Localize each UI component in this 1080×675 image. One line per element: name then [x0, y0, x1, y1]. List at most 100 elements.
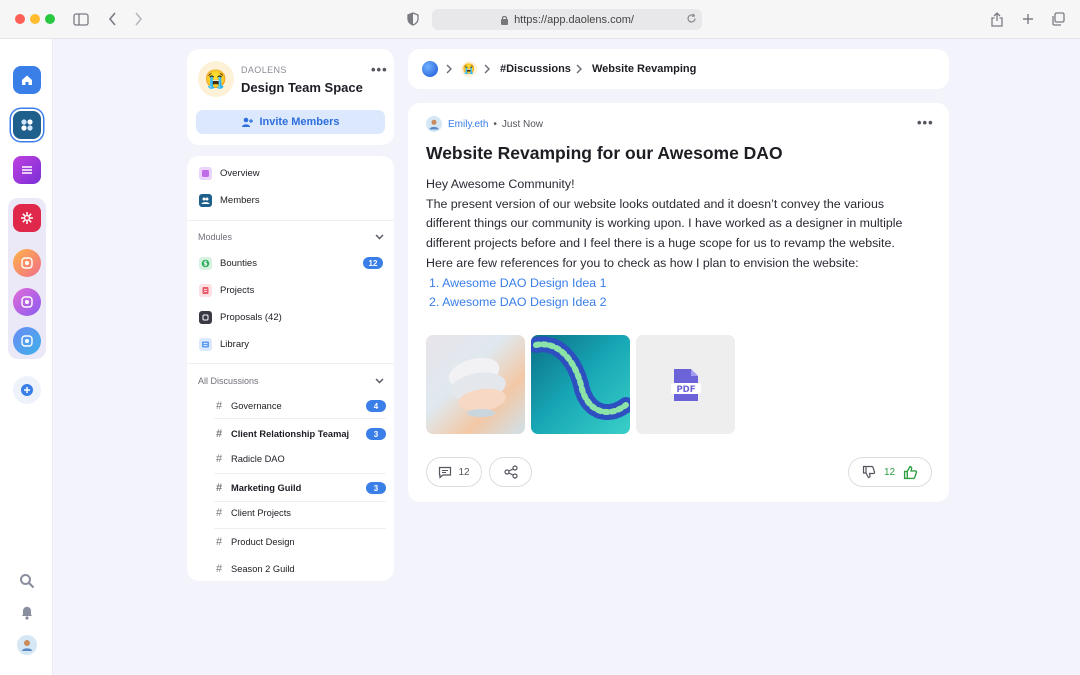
post-more-icon[interactable]: ••• [917, 116, 934, 129]
new-tab-icon[interactable] [1018, 9, 1038, 29]
thumbs-up-icon[interactable] [903, 465, 918, 480]
home-icon[interactable] [13, 66, 41, 94]
bell-icon[interactable] [17, 602, 37, 622]
browser-toolbar: https://app.daolens.com/ [0, 0, 1080, 39]
hash-icon: # [215, 482, 223, 494]
discussions-header[interactable]: All Discussions [198, 374, 384, 388]
hash-icon: # [215, 400, 223, 412]
comments-button[interactable]: 12 [426, 457, 482, 487]
channel-season-2-guild[interactable]: # Season 2 Guild [214, 558, 386, 580]
module-projects[interactable]: Projects [199, 281, 383, 299]
user-avatar[interactable] [17, 635, 37, 655]
channel-product-design[interactable]: # Product Design [214, 531, 386, 553]
breadcrumb-current: Website Revamping [592, 63, 697, 75]
author-name[interactable]: Emily.eth [448, 119, 488, 130]
url-text: https://app.daolens.com/ [514, 13, 634, 26]
post-body: Hey Awesome Community! The present versi… [426, 175, 931, 313]
workspace-layers-icon[interactable] [13, 156, 41, 184]
channel-client-relationship[interactable]: # Client Relationship Teamaj 3 [214, 423, 386, 445]
back-icon[interactable] [103, 9, 123, 29]
channel-governance[interactable]: # Governance 4 [214, 395, 386, 417]
share-button[interactable] [489, 457, 532, 487]
tabs-overview-icon[interactable] [1048, 9, 1068, 29]
channel-radicle-dao[interactable]: # Radicle DAO [214, 448, 386, 470]
vote-control: 12 [848, 457, 932, 487]
minimize-window-button[interactable] [30, 14, 40, 24]
invite-members-button[interactable]: Invite Members [196, 110, 385, 134]
post-time: Just Now [501, 118, 544, 130]
globe-icon[interactable] [422, 61, 438, 77]
locked-hash-icon: # [215, 563, 223, 575]
space-org: DAOLENS [241, 65, 287, 75]
dao-blue-icon[interactable] [13, 327, 41, 355]
hash-icon: # [215, 428, 223, 440]
modules-header[interactable]: Modules [198, 230, 384, 244]
lock-icon [500, 15, 510, 25]
share-icon[interactable] [987, 9, 1007, 29]
channel-client-projects[interactable]: # Client Projects [214, 502, 386, 524]
author-avatar[interactable] [426, 116, 442, 132]
app-window: 😭 DAOLENS Design Team Space ••• Invite M… [0, 39, 1080, 675]
divider [214, 528, 386, 529]
chevron-right-icon [574, 63, 584, 75]
post-title: Website Revamping for our Awesome DAO [426, 143, 783, 163]
sidebar-toggle-icon[interactable] [71, 9, 91, 29]
thumbs-down-icon[interactable] [862, 465, 876, 479]
divider [214, 418, 386, 419]
channel-label: Product Design [231, 537, 295, 547]
post-line: different things our community is workin… [426, 216, 903, 231]
attachment-image[interactable] [531, 335, 630, 434]
locked-hash-icon: # [215, 507, 223, 519]
module-library[interactable]: Library [199, 335, 383, 353]
count-badge: 12 [363, 257, 383, 269]
members-icon [199, 193, 212, 207]
projects-icon [199, 283, 212, 297]
invite-members-label: Invite Members [259, 116, 340, 128]
dao-star-icon[interactable] [13, 204, 41, 232]
breadcrumb: 😭 #Discussions Website Revamping [408, 49, 949, 89]
dao-purple-icon[interactable] [13, 288, 41, 316]
close-window-button[interactable] [15, 14, 25, 24]
chevron-down-icon[interactable] [375, 234, 384, 240]
reload-icon[interactable] [686, 13, 697, 24]
count-badge: 4 [366, 400, 386, 412]
add-space-button[interactable] [13, 376, 41, 404]
forward-icon[interactable] [128, 9, 148, 29]
comment-count: 12 [458, 466, 470, 478]
space-name: Design Team Space [241, 80, 363, 95]
channel-label: Governance [231, 401, 282, 411]
nav-members-label: Members [220, 194, 260, 206]
divider [187, 220, 394, 221]
post-line: Here are few references for you to check… [426, 255, 859, 270]
post-line: Hey Awesome Community! [426, 177, 575, 191]
zoom-window-button[interactable] [45, 14, 55, 24]
reference-link[interactable]: 2. Awesome DAO Design Idea 2 [429, 293, 931, 313]
chevron-down-icon[interactable] [375, 378, 384, 384]
channel-label: Client Relationship Teamaj [231, 429, 350, 439]
nav-overview[interactable]: Overview [199, 164, 383, 182]
design-team-space-icon[interactable] [13, 111, 41, 139]
module-label: Library [220, 338, 250, 350]
privacy-shield-icon[interactable] [403, 9, 423, 29]
dao-orange-icon[interactable] [13, 249, 41, 277]
address-bar[interactable]: https://app.daolens.com/ [432, 9, 702, 30]
channel-marketing-guild[interactable]: # Marketing Guild 3 [214, 477, 386, 499]
library-icon [199, 337, 212, 351]
attachment-image[interactable] [426, 335, 525, 434]
module-proposals[interactable]: Proposals (42) [199, 308, 383, 326]
post-meta: Emily.eth • Just Now [426, 116, 543, 132]
discussions-heading: All Discussions [198, 376, 259, 386]
divider [214, 473, 386, 474]
search-icon[interactable] [17, 571, 37, 591]
module-bounties[interactable]: $ Bounties 12 [199, 254, 383, 272]
space-more-icon[interactable]: ••• [371, 63, 388, 76]
nav-members[interactable]: Members [199, 191, 383, 209]
space-crumb-avatar[interactable]: 😭 [461, 61, 477, 77]
breadcrumb-channel[interactable]: #Discussions [500, 49, 571, 89]
space-header-card: 😭 DAOLENS Design Team Space ••• Invite M… [187, 49, 394, 145]
attachment-pdf[interactable]: PDF [636, 335, 735, 434]
reference-link[interactable]: 1. Awesome DAO Design Idea 1 [429, 274, 931, 294]
module-label: Bounties [220, 257, 257, 269]
channel-label: Season 2 Guild [231, 564, 295, 574]
space-avatar: 😭 [198, 61, 234, 97]
